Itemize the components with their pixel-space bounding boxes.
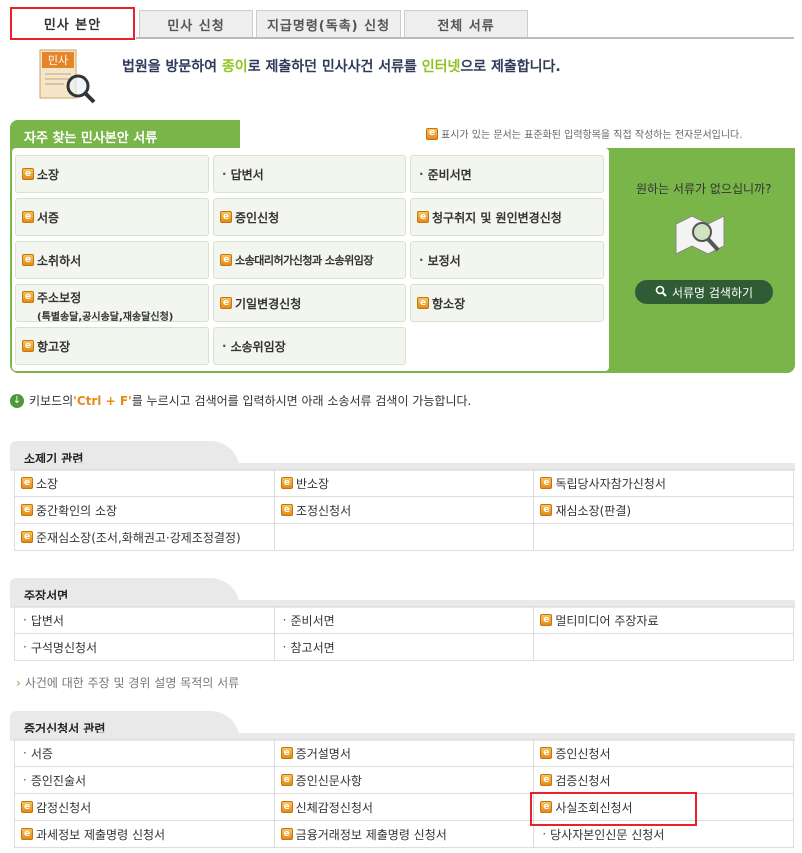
e-doc-icon: e <box>22 340 34 352</box>
doc-cell[interactable]: · 참고서면 <box>273 633 535 661</box>
e-doc-icon: e <box>280 504 293 516</box>
doc-cell[interactable]: e 증인신문사항 <box>273 766 535 794</box>
doc-cell[interactable]: · 준비서면 <box>273 606 535 634</box>
e-doc-icon: e <box>417 297 429 309</box>
e-doc-icon: e <box>22 168 34 180</box>
document-magnifier-icon: 민사 <box>38 48 98 106</box>
highlight-box <box>530 792 697 826</box>
e-doc-icon: e <box>21 801 33 813</box>
e-doc-icon: e <box>22 211 34 223</box>
doc-cell[interactable]: e 소장 <box>14 469 275 497</box>
freq-item[interactable]: e 증인신청 <box>213 198 406 236</box>
tab-payment-order[interactable]: 지급명령(독촉) 신청 <box>256 10 401 38</box>
empty-cell <box>533 633 794 661</box>
freq-item[interactable]: e 기일변경신청 <box>213 284 406 322</box>
doc-cell[interactable]: e 조정신청서 <box>273 496 535 524</box>
tab-civil-application[interactable]: 민사 신청 <box>139 10 253 38</box>
e-doc-icon: e <box>540 477 553 489</box>
doc-cell[interactable]: · 서증 <box>14 739 275 767</box>
e-doc-icon: e <box>22 291 34 303</box>
freq-item[interactable]: e 주소보정 (특별송달,공시송달,재송달신청) <box>15 284 209 323</box>
doc-cell[interactable]: e 신체감정신청서 <box>273 793 535 821</box>
doc-cell[interactable]: e 멀티미디어 주장자료 <box>533 606 794 634</box>
frequent-docs-title: 자주 찾는 민사본안 서류 <box>10 120 240 150</box>
tab-all-documents[interactable]: 전체 서류 <box>404 10 528 38</box>
map-magnifier-icon <box>672 210 728 263</box>
chevron-right-icon: › <box>16 676 21 690</box>
arrow-down-icon: ↓ <box>10 393 24 408</box>
e-doc-icon: e <box>280 747 293 759</box>
freq-item[interactable]: e 항고장 <box>15 327 209 365</box>
doc-cell[interactable]: e 반소장 <box>273 469 535 497</box>
freq-item[interactable]: · 준비서면 <box>410 155 604 193</box>
doc-cell[interactable]: e 과세정보 제출명령 신청서 <box>14 820 275 848</box>
e-doc-icon: e <box>280 774 293 786</box>
freq-item[interactable]: e 소장 <box>15 155 209 193</box>
doc-cell[interactable]: e 독립당사자참가신청서 <box>533 469 794 497</box>
doc-cell[interactable]: e 금융거래정보 제출명령 신청서 <box>273 820 535 848</box>
doc-cell[interactable]: e 증거설명서 <box>273 739 535 767</box>
doc-cell[interactable]: e 증인신청서 <box>533 739 794 767</box>
doc-cell[interactable]: e 준재심소장(조서,화해권고·강제조정결정) <box>14 523 275 551</box>
freq-item[interactable]: · 소송위임장 <box>213 327 406 365</box>
e-doc-icon: e <box>21 504 33 516</box>
e-doc-note: e 표시가 있는 문서는 표준화된 입력항목을 직접 작성하는 전자문서입니다. <box>426 126 742 141</box>
freq-item[interactable]: · 보정서 <box>410 241 604 279</box>
doc-cell[interactable]: · 답변서 <box>14 606 275 634</box>
doc-cell[interactable]: · 증인진술서 <box>14 766 275 794</box>
e-doc-icon: e <box>220 254 232 266</box>
e-doc-icon: e <box>417 211 429 223</box>
section-note: › 사건에 대한 주장 및 경위 설명 목적의 서류 <box>16 676 240 690</box>
section-table: e 소장 e 반소장 e 독립당사자참가신청서 e 중간확인의 소장 e 조정신청서 e재… <box>14 469 794 551</box>
e-doc-icon: e <box>280 801 293 813</box>
intro-text: 법원을 방문하여 종이로 제출하던 민사사건 서류를 인터넷으로 제출합니다. <box>122 59 561 75</box>
e-doc-icon: e <box>540 614 553 626</box>
freq-item[interactable]: e 청구취지 및 원인변경신청 <box>410 198 604 236</box>
doc-cell[interactable]: e 중간확인의 소장 <box>14 496 275 524</box>
freq-item[interactable]: e 소취하서 <box>15 241 209 279</box>
empty-cell <box>273 523 535 551</box>
keyboard-hint: ↓ 키보드의 'Ctrl + F' 를 누르시고 검색어를 입력하시면 아래 소송… <box>10 392 471 409</box>
side-question: 원하는 서류가 없으십니까? <box>636 182 772 196</box>
e-doc-icon: e <box>22 254 34 266</box>
e-doc-icon: e <box>21 531 33 543</box>
e-doc-icon: e <box>280 828 293 840</box>
section-table: · 답변서 · 준비서면 e 멀티미디어 주장자료 · 구석명신청서 · 참고서면 <box>14 606 794 661</box>
e-doc-icon: e <box>21 828 33 840</box>
freq-item[interactable]: e 소송대리허가신청과 소송위임장 <box>213 241 406 279</box>
freq-item[interactable]: e 항소장 <box>410 284 604 322</box>
e-doc-icon: e <box>220 211 232 223</box>
doc-cell[interactable]: e 검증신청서 <box>533 766 794 794</box>
freq-item[interactable]: · 답변서 <box>213 155 406 193</box>
doc-cell[interactable]: · 구석명신청서 <box>14 633 275 661</box>
e-doc-icon: e <box>540 747 553 759</box>
search-icon <box>655 285 667 300</box>
empty-cell <box>533 523 794 551</box>
freq-item[interactable]: e 서증 <box>15 198 209 236</box>
e-doc-icon: e <box>21 477 33 489</box>
doc-cell[interactable]: e 감정신청서 <box>14 793 275 821</box>
doc-cell[interactable]: e 재심소장(판결) <box>533 496 794 524</box>
svg-text:민사: 민사 <box>48 54 68 67</box>
e-doc-icon: e <box>540 504 553 516</box>
e-doc-icon: e <box>220 297 232 309</box>
tab-civil-main[interactable]: 민사 본안 <box>10 7 135 40</box>
e-doc-icon: e <box>426 127 438 140</box>
doc-search-button[interactable]: 서류명 검색하기 <box>635 280 773 304</box>
tab-underline <box>136 37 794 39</box>
e-doc-icon: e <box>280 477 293 489</box>
e-doc-icon: e <box>540 774 553 786</box>
